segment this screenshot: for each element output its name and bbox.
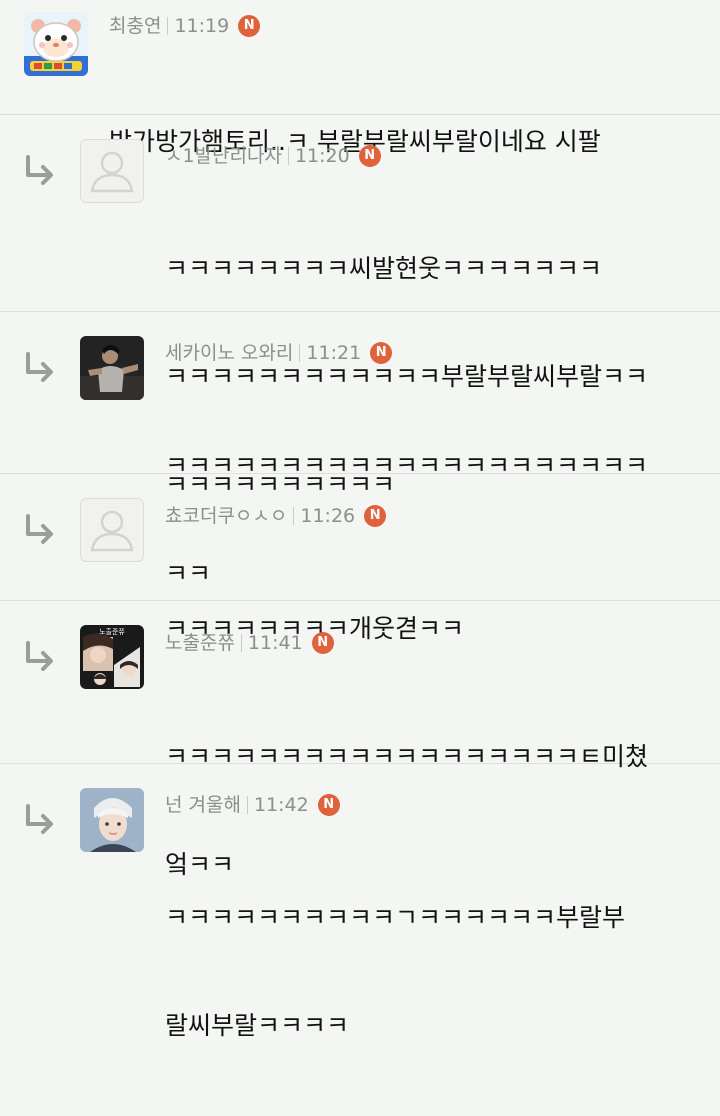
comment-body: ㅋㅋㅋㅋㅋㅋㅋㅋㅋㅋㄱㅋㅋㅋㅋㅋㅋ부랄부 랄씨부랄ㅋㅋㅋㅋ — [165, 828, 625, 1116]
comment-time: 11:19 — [174, 15, 230, 37]
reply-arrow-icon — [22, 802, 58, 838]
meta-divider — [293, 507, 295, 525]
avatar-caption: 노출준쮸 — [99, 627, 125, 636]
meta-divider — [167, 17, 169, 35]
new-badge: N — [311, 632, 334, 654]
comment-author[interactable]: 쵸코더쿠ㅇㅅㅇ — [165, 503, 287, 529]
reply-arrow-icon — [22, 512, 58, 548]
comment-line: ㅋㅋㅋㅋㅋㅋㅋㅋ씨발현웃ㅋㅋㅋㅋㅋㅋㅋ — [165, 254, 603, 283]
reply-arrow-icon — [22, 350, 58, 386]
portrait-photo-avatar-icon[interactable] — [80, 788, 144, 852]
reply-arrow-icon — [22, 153, 58, 189]
comment-meta: 최충연 11:19 N — [109, 13, 261, 39]
meta-divider — [246, 796, 248, 814]
new-badge: N — [370, 342, 393, 364]
comment-item[interactable]: 쵸코더쿠ㅇㅅㅇ 11:26 N ㅋㅋㅋㅋㅋㅋㅋㅋ개웃겯ㅋㅋ — [0, 474, 720, 643]
comment-time: 11:42 — [253, 794, 309, 816]
comment-time: 11:26 — [300, 505, 356, 527]
new-badge: N — [364, 505, 387, 527]
meta-divider — [287, 147, 289, 165]
dancer-photo-avatar-icon[interactable] — [80, 336, 144, 400]
comment-meta: 세카이노 오와리 11:21 N — [165, 340, 393, 366]
comment-author[interactable]: 최충연 — [109, 13, 161, 39]
comment-item[interactable]: 세카이노 오와리 11:21 N ㅋㅋㅋㅋㅋㅋㅋㅋㅋㅋㅋㅋㅋㅋㅋㅋㅋㅋㅋㅋㅋ ㅋ… — [0, 312, 720, 588]
comment-meta: 노출준쮸 11:41 N — [165, 630, 334, 656]
comment-time: 11:41 — [247, 632, 303, 654]
comment-author[interactable]: ㅅ1발난리나자 — [165, 143, 282, 169]
collage-photo-avatar-icon[interactable]: 노출준쮸 — [80, 625, 144, 689]
default-user-avatar-icon[interactable] — [80, 498, 144, 562]
comment-author[interactable]: 노출준쮸 — [165, 630, 235, 656]
default-user-avatar-icon[interactable] — [80, 139, 144, 203]
comment-meta: ㅅ1발난리나자 11:20 N — [165, 143, 381, 169]
new-badge: N — [238, 15, 261, 37]
comment-line: 랄씨부랄ㅋㅋㅋㅋ — [165, 1011, 350, 1040]
comment-item[interactable]: 최충연 11:19 N 방가방가햄토리..ㅋ 부랄부랄씨부랄이네요 시팔 — [0, 0, 720, 156]
new-badge: N — [317, 794, 340, 816]
comment-author[interactable]: 넌 겨울해 — [165, 792, 241, 818]
comment-item[interactable]: 넌 겨울해 11:42 N ㅋㅋㅋㅋㅋㅋㅋㅋㅋㅋㄱㅋㅋㅋㅋㅋㅋ부랄부 랄씨부랄ㅋ… — [0, 764, 720, 1040]
reply-arrow-icon — [22, 639, 58, 675]
comment-item[interactable]: 노출준쮸 노출준쮸 11:41 N ㅋㅋㅋㅋㅋㅋㅋㅋㅋㅋㅋㅋㅋㅋㅋㅋㅋㅋㅌ미쳤 … — [0, 601, 720, 879]
comment-author[interactable]: 세카이노 오와리 — [165, 340, 293, 366]
comment-meta: 넌 겨울해 11:42 N — [165, 792, 340, 818]
comment-item[interactable]: ㅅ1발난리나자 11:20 N ㅋㅋㅋㅋㅋㅋㅋㅋ씨발현웃ㅋㅋㅋㅋㅋㅋㅋ ㅋㅋㅋㅋ… — [0, 115, 720, 499]
comment-time: 11:21 — [306, 342, 362, 364]
hamster-avatar-icon[interactable] — [24, 12, 88, 76]
new-badge: N — [358, 145, 381, 167]
comment-meta: 쵸코더쿠ㅇㅅㅇ 11:26 N — [165, 503, 387, 529]
comment-list: 최충연 11:19 N 방가방가햄토리..ㅋ 부랄부랄씨부랄이네요 시팔 ㅅ1발… — [0, 0, 720, 1040]
comment-line: ㅋㅋㅋㅋㅋㅋㅋㅋㅋㅋㄱㅋㅋㅋㅋㅋㅋ부랄부 — [165, 903, 626, 932]
meta-divider — [240, 634, 242, 652]
comment-time: 11:20 — [294, 145, 350, 167]
meta-divider — [299, 344, 301, 362]
